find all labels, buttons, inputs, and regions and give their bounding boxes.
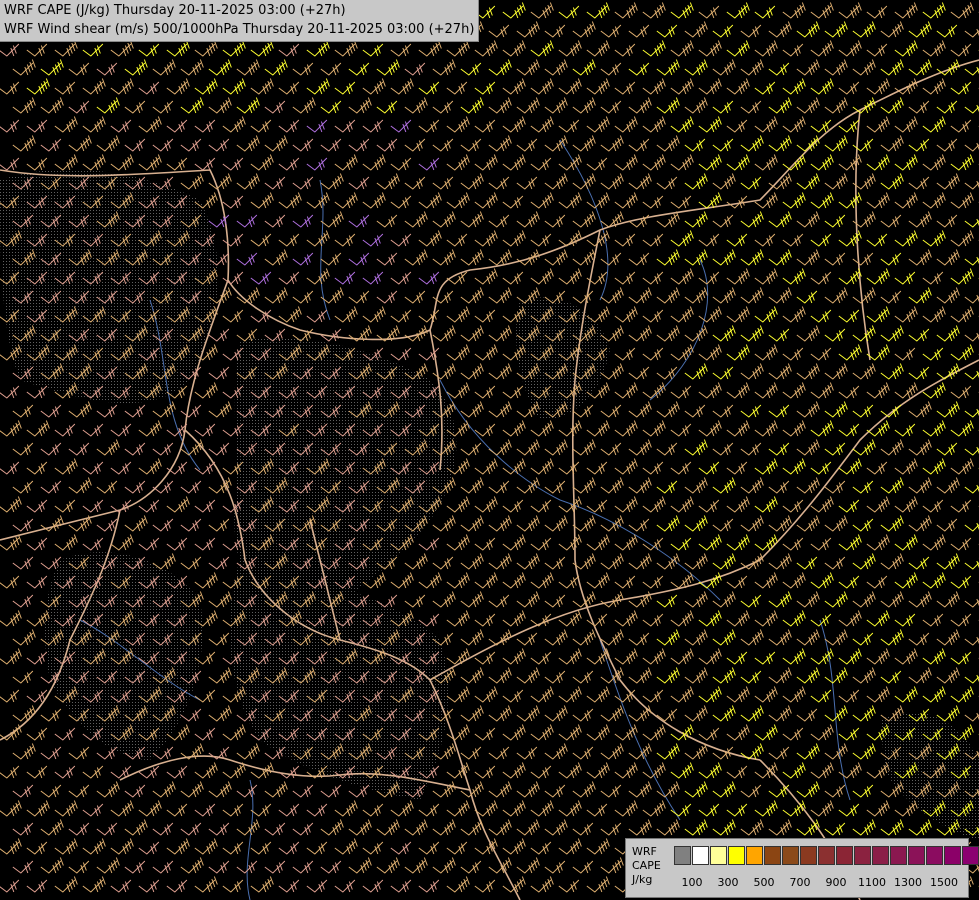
legend-swatch [710, 846, 727, 865]
map-title-box: WRF CAPE (J/kg) Thursday 20-11-2025 03:0… [0, 0, 480, 42]
legend-swatch [764, 846, 781, 865]
legend-tick: 700 [789, 876, 811, 889]
legend-color-scale [674, 846, 979, 865]
legend-swatch [944, 846, 961, 865]
legend-swatch [674, 846, 691, 865]
legend-swatch [890, 846, 907, 865]
legend-variable-label: CAPE [632, 859, 661, 872]
legend-swatch [836, 846, 853, 865]
legend-tick: 500 [753, 876, 775, 889]
legend-swatch [962, 846, 979, 865]
legend-swatch [872, 846, 889, 865]
cape-title: WRF CAPE (J/kg) Thursday 20-11-2025 03:0… [4, 3, 346, 18]
cape-legend: WRF CAPE J/kg 100 300 500 700 900 1100 1300 150… [625, 838, 979, 898]
weather-map [0, 0, 979, 900]
legend-swatch [746, 846, 763, 865]
legend-tick: 300 [717, 876, 739, 889]
legend-tick: 900 [825, 876, 847, 889]
legend-tick: 1300 [894, 876, 922, 889]
legend-model-label: WRF [632, 845, 657, 858]
legend-swatch [908, 846, 925, 865]
legend-swatch [782, 846, 799, 865]
legend-tick: 1500 [930, 876, 958, 889]
legend-swatch [728, 846, 745, 865]
legend-swatch [800, 846, 817, 865]
legend-tick: 100 [681, 876, 703, 889]
legend-swatch [692, 846, 709, 865]
legend-tick: 1100 [858, 876, 886, 889]
legend-swatch [818, 846, 835, 865]
legend-tick-labels: 100 300 500 700 900 1100 1300 1500 [626, 876, 966, 890]
legend-swatch [926, 846, 943, 865]
wind-shear-title: WRF Wind shear (m/s) 500/1000hPa Thursda… [4, 22, 475, 37]
legend-swatch [854, 846, 871, 865]
